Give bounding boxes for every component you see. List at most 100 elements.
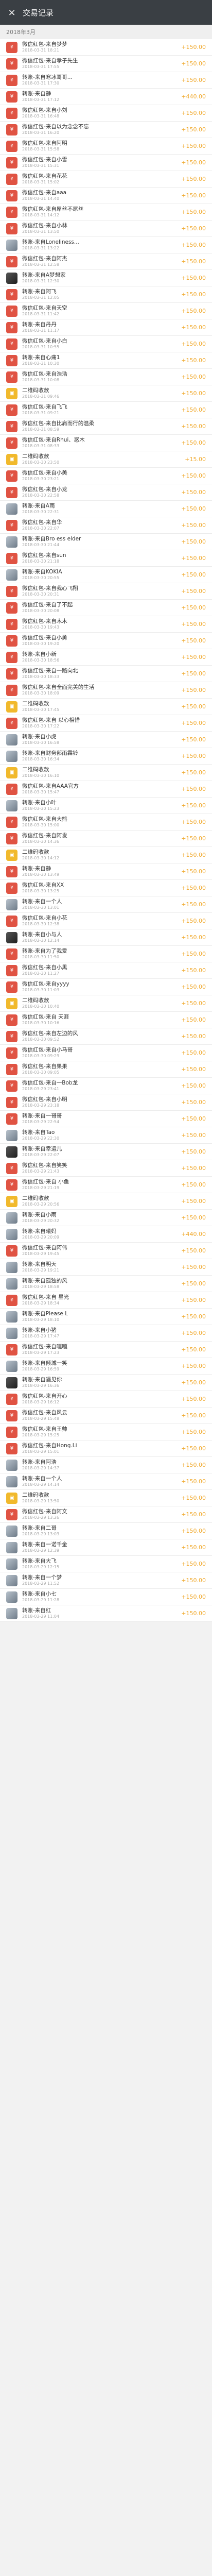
transaction-row[interactable]: ¥ 转账-来自寒冰哥哥... 2018-03-31 17:30 +150.00: [0, 72, 212, 89]
transaction-row[interactable]: 转账-来自幸运儿 2018-03-29 22:07 +150.00: [0, 1144, 212, 1160]
transaction-row[interactable]: ¥ 微信红包-来自全面完美的生活 2018-03-30 18:09 +150.00: [0, 682, 212, 699]
transaction-row[interactable]: 转账-来自二哥 2018-03-29 13:03 +150.00: [0, 1523, 212, 1539]
transaction-row[interactable]: 转账-来自Please L 2018-03-29 18:10 +150.00: [0, 1309, 212, 1325]
transaction-row[interactable]: 转账-来自一个人 2018-03-30 13:01 +150.00: [0, 896, 212, 913]
transaction-row[interactable]: 转账-来自小虎 2018-03-30 16:58 +150.00: [0, 732, 212, 748]
transaction-row[interactable]: ¥ 微信红包-来自yyyy 2018-03-30 11:03 +150.00: [0, 979, 212, 995]
transaction-row[interactable]: ¥ 微信红包-来自嘎嘎 2018-03-29 17:23 +150.00: [0, 1342, 212, 1358]
transaction-amount: +150.00: [181, 439, 206, 446]
transaction-row[interactable]: ¥ 微信红包-来自Hong.Li 2018-03-29 15:01 +150.00: [0, 1440, 212, 1457]
transaction-row[interactable]: 转账-来自小七 2018-03-29 11:28 +150.00: [0, 1589, 212, 1605]
transaction-row[interactable]: ▣ 二维码收款 2018-03-30 14:12 +150.00: [0, 847, 212, 863]
transaction-row[interactable]: 转账-来自小雨 2018-03-29 20:32 +150.00: [0, 1210, 212, 1226]
transaction-row[interactable]: ▣ 二维码收款 2018-03-29 13:50 +150.00: [0, 1490, 212, 1506]
transaction-row[interactable]: ¥ 微信红包-来自我心飞翔 2018-03-30 20:31 +150.00: [0, 583, 212, 600]
transaction-row[interactable]: ¥ 微信红包-来自飞飞 2018-03-31 09:21 +150.00: [0, 402, 212, 418]
transaction-row[interactable]: ¥ 微信红包-来自梦梦 2018-03-31 18:21 +150.00: [0, 39, 212, 56]
transaction-row[interactable]: ¥ 微信红包-来自小马哥 2018-03-30 09:29 +150.00: [0, 1045, 212, 1061]
transaction-row[interactable]: 转账-来自A雨 2018-03-30 22:31 +150.00: [0, 501, 212, 517]
transaction-row[interactable]: ¥ 转账-来自阿飞 2018-03-31 12:05 +150.00: [0, 286, 212, 303]
transaction-row[interactable]: ¥ 微信红包-来自Rhui、惑木 2018-03-31 08:33 +150.00: [0, 435, 212, 451]
transaction-row[interactable]: ¥ 微信红包-来自小白 2018-03-31 10:55 +150.00: [0, 336, 212, 352]
transaction-row[interactable]: ¥ 微信红包-来自大熊 2018-03-30 15:00 +150.00: [0, 814, 212, 831]
red-packet-icon: ¥: [6, 470, 17, 482]
transaction-row[interactable]: ¥ 微信红包-来自屌丝不屌丝 2018-03-31 14:12 +150.00: [0, 204, 212, 221]
transaction-info: 转账-来自寒冰哥哥... 2018-03-31 17:30: [22, 74, 178, 86]
transaction-row[interactable]: 转账-来自曦妈 2018-03-29 20:09 +440.00: [0, 1226, 212, 1243]
transaction-row[interactable]: 转账-来自小与人 2018-03-30 12:14 +150.00: [0, 929, 212, 946]
transaction-row[interactable]: ¥ 微信红包-来自王帅 2018-03-29 15:25 +150.00: [0, 1424, 212, 1440]
transaction-row[interactable]: ¥ 微信红包-来自阿文 2018-03-29 13:26 +150.00: [0, 1506, 212, 1523]
transaction-row[interactable]: 转账-来自大飞 2018-03-29 12:15 +150.00: [0, 1556, 212, 1572]
transaction-row[interactable]: ¥ 微信红包-来自小龙 2018-03-30 22:58 +150.00: [0, 484, 212, 501]
transaction-row[interactable]: ¥ 微信红包-来自浩浩 2018-03-31 10:08 +150.00: [0, 369, 212, 385]
transaction-row[interactable]: ¥ 微信红包-来自比肩而行的温柔 2018-03-31 08:59 +150.00: [0, 418, 212, 435]
transaction-row[interactable]: ¥ 微信红包-来自以为念念不忘 2018-03-31 16:20 +150.00: [0, 122, 212, 138]
transaction-row[interactable]: 转账-来自遇见你 2018-03-29 16:36 +150.00: [0, 1375, 212, 1391]
transaction-row[interactable]: ¥ 微信红包-来自左边的风 2018-03-30 09:52 +150.00: [0, 1028, 212, 1045]
transaction-row[interactable]: ¥ 微信红包-来自阿杰 2018-03-31 12:58 +150.00: [0, 253, 212, 270]
transaction-row[interactable]: ¥ 微信红包-来自 星光 2018-03-29 18:34 +150.00: [0, 1292, 212, 1309]
transaction-row[interactable]: ¥ 转账-来自丹丹 2018-03-31 11:17 +150.00: [0, 319, 212, 336]
transaction-row[interactable]: 转账-来自Loneliness... 2018-03-31 13:22 +150.0…: [0, 237, 212, 253]
transaction-row[interactable]: ¥ 微信红包-来自XX 2018-03-30 13:25 +150.00: [0, 880, 212, 896]
transaction-row[interactable]: ¥ 微信红包-来自小明 2018-03-29 23:18 +150.00: [0, 1094, 212, 1111]
transaction-row[interactable]: ▣ 二维码收款 2018-03-30 16:10 +150.00: [0, 765, 212, 781]
transaction-row[interactable]: ▣ 二维码收款 2018-03-29 20:56 +150.00: [0, 1193, 212, 1210]
transaction-row[interactable]: ¥ 转账-来自心痛1 2018-03-31 10:30 +150.00: [0, 352, 212, 369]
transaction-row[interactable]: ¥ 微信红包-来自AAA官方 2018-03-30 15:47 +150.00: [0, 781, 212, 798]
transaction-row[interactable]: ¥ 微信红包-来自小花 2018-03-30 12:38 +150.00: [0, 913, 212, 929]
transaction-row[interactable]: ▣ 二维码收款 2018-03-31 09:46 +150.00: [0, 385, 212, 402]
transaction-row[interactable]: 转账-来自阿浩 2018-03-29 14:37 +150.00: [0, 1457, 212, 1473]
transaction-row[interactable]: ¥ 转账-来自静 2018-03-30 13:49 +150.00: [0, 863, 212, 880]
transaction-row[interactable]: ¥ 微信红包-来自 天涯 2018-03-30 10:16 +150.00: [0, 1012, 212, 1028]
transaction-row[interactable]: ¥ 微信红包-来自小刘 2018-03-31 16:48 +150.00: [0, 105, 212, 122]
transaction-row[interactable]: ¥ 微信红包-来自 小鱼 2018-03-29 21:19 +150.00: [0, 1177, 212, 1193]
transaction-row[interactable]: 转账-来自一个人 2018-03-29 14:14 +150.00: [0, 1473, 212, 1490]
transaction-row[interactable]: ¥ 微信红包-来自小林 2018-03-31 13:50 +150.00: [0, 221, 212, 237]
transaction-row[interactable]: ¥ 微信红包-来自开心 2018-03-29 16:12 +150.00: [0, 1391, 212, 1408]
transaction-row[interactable]: ¥ 微信红包-来自一Bob龙 2018-03-29 23:41 +150.00: [0, 1078, 212, 1094]
transaction-row[interactable]: 转账-来自KOKIA 2018-03-30 20:55 +150.00: [0, 567, 212, 583]
transaction-row[interactable]: ▣ 二维码收款 2018-03-30 10:40 +150.00: [0, 995, 212, 1012]
transaction-row[interactable]: ¥ 转账-来自为了我爱 2018-03-30 11:50 +150.00: [0, 946, 212, 962]
transaction-row[interactable]: ¥ 转账-来自小新 2018-03-30 18:56 +150.00: [0, 649, 212, 666]
transaction-row[interactable]: 转账-来自小猪 2018-03-29 17:47 +150.00: [0, 1325, 212, 1342]
transaction-row[interactable]: ¥ 微信红包-来自一路向北 2018-03-30 18:33 +150.00: [0, 666, 212, 682]
transaction-row[interactable]: 转账-来自一诺千金 2018-03-29 12:39 +150.00: [0, 1539, 212, 1556]
transaction-row[interactable]: ¥ 微信红包-来自aaa 2018-03-31 14:40 +150.00: [0, 188, 212, 204]
transaction-row[interactable]: 转账-来自Tao 2018-03-29 22:30 +150.00: [0, 1127, 212, 1144]
transaction-row[interactable]: 转账-来自财务部雨霖铃 2018-03-30 16:34 +150.00: [0, 748, 212, 765]
transaction-row[interactable]: ¥ 微信红包-来自小勇 2018-03-30 19:20 +150.00: [0, 633, 212, 649]
transaction-row[interactable]: ¥ 微信红包-来自sun 2018-03-30 21:18 +150.00: [0, 550, 212, 567]
transaction-row[interactable]: ¥ 微信红包-来自果果 2018-03-30 09:05 +150.00: [0, 1061, 212, 1078]
transaction-row[interactable]: ¥ 微信红包-来自笑笑 2018-03-29 21:43 +150.00: [0, 1160, 212, 1177]
transaction-row[interactable]: ¥ 微信红包-来自花花 2018-03-31 15:02 +150.00: [0, 171, 212, 188]
transaction-row[interactable]: ¥ 微信红包-来自孝子先生 2018-03-31 17:55 +150.00: [0, 56, 212, 72]
transaction-row[interactable]: ¥ 微信红包-来自木木 2018-03-30 19:43 +150.00: [0, 616, 212, 633]
transaction-row[interactable]: ¥ 微信红包-来自阿伟 2018-03-29 19:45 +150.00: [0, 1243, 212, 1259]
transaction-row[interactable]: 转账-来自一个梦 2018-03-29 11:52 +150.00: [0, 1572, 212, 1589]
close-icon[interactable]: ×: [6, 7, 17, 18]
transaction-row[interactable]: ¥ 微信红包-来自小雪 2018-03-31 15:31 +150.00: [0, 155, 212, 171]
transaction-row[interactable]: ¥ 微信红包-来自阿发 2018-03-30 14:36 +150.00: [0, 831, 212, 847]
transaction-row[interactable]: 转账-来自小叶 2018-03-30 15:23 +150.00: [0, 798, 212, 814]
transaction-row[interactable]: ¥ 微信红包-来自天空 2018-03-31 11:42 +150.00: [0, 303, 212, 319]
transaction-row[interactable]: 转账-来自Bro ess elder 2018-03-30 21:44 +150.0…: [0, 534, 212, 550]
transaction-row[interactable]: 转账-来自孤独的风 2018-03-29 18:58 +150.00: [0, 1276, 212, 1292]
transaction-row[interactable]: ¥ 微信红包-来自风云 2018-03-29 15:48 +150.00: [0, 1408, 212, 1424]
transaction-row[interactable]: ¥ 微信红包-来自华 2018-03-30 22:07 +150.00: [0, 517, 212, 534]
transaction-row[interactable]: ¥ 微信红包-来自了不起 2018-03-30 20:08 +150.00: [0, 600, 212, 616]
transaction-row[interactable]: ▣ 二维码收款 2018-03-30 23:50 +15.00: [0, 451, 212, 468]
transaction-row[interactable]: 转账-来自红 2018-03-29 11:04 +150.00: [0, 1605, 212, 1622]
transaction-row[interactable]: ¥ 微信红包-来自小黑 2018-03-30 11:27 +150.00: [0, 962, 212, 979]
transaction-row[interactable]: 转账-来自明天 2018-03-29 19:21 +150.00: [0, 1259, 212, 1276]
transaction-row[interactable]: ¥ 微信红包-来自阿明 2018-03-31 15:58 +150.00: [0, 138, 212, 155]
transaction-row[interactable]: 转账-来自倾城一笑 2018-03-29 16:59 +150.00: [0, 1358, 212, 1375]
transaction-row[interactable]: ¥ 转账-来自静 2018-03-31 17:12 +440.00: [0, 89, 212, 105]
transaction-row[interactable]: ▣ 二维码收款 2018-03-30 17:45 +150.00: [0, 699, 212, 715]
transaction-row[interactable]: ¥ 微信红包-来自 以心相惜 2018-03-30 17:22 +150.00: [0, 715, 212, 732]
transaction-row[interactable]: ¥ 转账-来自一哥哥 2018-03-29 22:54 +150.00: [0, 1111, 212, 1127]
transaction-row[interactable]: 转账-来自A梦想家 2018-03-31 12:30 +150.00: [0, 270, 212, 286]
transaction-row[interactable]: ¥ 微信红包-来自小美 2018-03-30 23:21 +150.00: [0, 468, 212, 484]
